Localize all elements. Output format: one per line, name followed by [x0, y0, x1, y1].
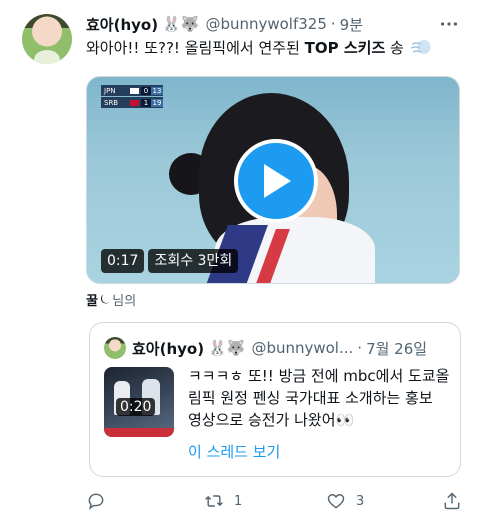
quoted-video-thumbnail: 0:20 [104, 367, 174, 437]
scoreboard-points: 19 [151, 98, 163, 107]
quoted-author-handle: @bunnywol... [251, 339, 354, 357]
scoreboard-row: JPN 0 13 [101, 85, 163, 96]
like-button[interactable]: 3 [326, 488, 364, 514]
quoted-tweet[interactable]: 효아(hyo) 🐰🐺 @bunnywol... · 7월 26일 0:20 ㅋㅋ… [89, 322, 461, 477]
tweet-actions: 1 3 [86, 488, 466, 514]
flag-icon [130, 99, 139, 106]
moon-icon: ⏾ [99, 292, 111, 307]
liked-by-suffix: 님의 [112, 294, 137, 309]
separator-dot: · [357, 339, 363, 357]
author-name[interactable]: 효아(hyo) [86, 14, 158, 35]
show-thread-link[interactable]: 이 스레드 보기 [188, 441, 280, 462]
retweet-icon [205, 495, 223, 507]
scoreboard-team: JPN [104, 86, 116, 95]
like-count: 3 [356, 493, 365, 509]
share-icon [444, 492, 460, 510]
scoreboard-row: SRB 1 19 [101, 97, 163, 108]
tweet-text-bold: TOP 스키즈 [304, 39, 386, 57]
author-avatar[interactable] [22, 14, 72, 64]
flag-icon [130, 87, 139, 94]
scoreboard-points: 13 [151, 86, 163, 95]
reply-icon [88, 493, 104, 510]
author-handle[interactable]: @bunnywolf325 [205, 15, 326, 33]
play-button[interactable] [234, 139, 318, 223]
video-duration: 0:17 [101, 249, 145, 273]
reply-button[interactable] [86, 488, 116, 514]
quoted-tweet-header: 효아(hyo) 🐰🐺 @bunnywol... · 7월 26일 [132, 337, 450, 359]
thumbnail-caption-strip [104, 428, 174, 437]
tweet-header: 효아(hyo) 🐰🐺 @bunnywolf325 · 9분 [86, 13, 464, 35]
wind-face-icon [410, 40, 431, 54]
scoreboard-team: SRB [104, 98, 119, 107]
share-button[interactable] [442, 488, 462, 514]
author-emojis: 🐰🐺 [162, 15, 200, 33]
heart-icon [327, 494, 345, 509]
tweet-text-suffix: 송 [385, 39, 404, 57]
quoted-video-duration: 0:20 [116, 398, 156, 416]
quoted-author-emojis: 🐰🐺 [208, 339, 246, 357]
quoted-author-avatar [104, 337, 126, 359]
play-icon [264, 164, 291, 198]
liked-by-name: 꿀 [86, 294, 98, 309]
more-icon[interactable] [438, 13, 460, 35]
separator-dot: · [330, 15, 336, 33]
quoted-tweet-text: ㅋㅋㅋㅎ 또!! 방금 전에 mbc에서 도쿄올림픽 원정 펜싱 국가대표 소개… [188, 367, 450, 429]
video-views: 조회수 3만회 [148, 249, 239, 273]
video-player[interactable]: JPN 0 13 SRB 1 19 0:17 조회수 3만회 [86, 76, 460, 284]
retweet-count: 1 [234, 493, 243, 509]
tweet-time[interactable]: 9분 [340, 14, 363, 35]
quoted-author-name: 효아(hyo) [132, 339, 205, 358]
tweet-text-prefix: 와아아!! 또??! 올림픽에서 연주된 [86, 39, 305, 57]
video-meta: 0:17 조회수 3만회 [101, 249, 239, 273]
scoreboard-sets: 1 [141, 98, 151, 107]
retweet-button[interactable]: 1 [204, 488, 242, 514]
liked-by-line[interactable]: 꿀 ⏾ 님의 [86, 290, 136, 309]
quoted-tweet-time: 7월 26일 [366, 339, 428, 358]
tweet-text: 와아아!! 또??! 올림픽에서 연주된 TOP 스키즈 송 [86, 38, 466, 58]
scoreboard: JPN 0 13 SRB 1 19 [101, 85, 163, 109]
scoreboard-sets: 0 [141, 86, 151, 95]
